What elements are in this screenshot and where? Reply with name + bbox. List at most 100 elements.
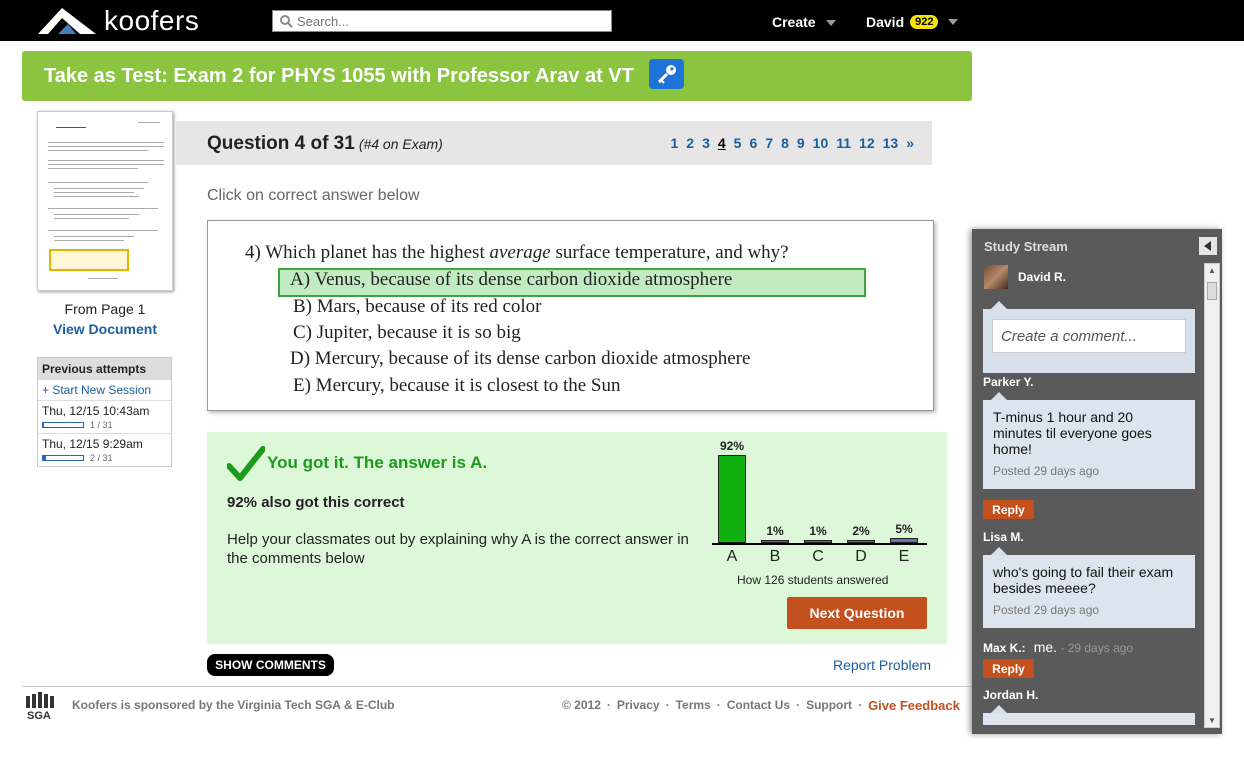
option-a[interactable]: A) Venus, because of its dense carbon di… (290, 269, 732, 291)
test-banner: Take as Test: Exam 2 for PHYS 1055 with … (22, 51, 972, 101)
next-question-button[interactable]: Next Question (787, 597, 927, 629)
sponsor-text: Koofers is sponsored by the Virginia Tec… (72, 698, 395, 712)
result-help-text: Help your classmates out by explaining w… (227, 531, 689, 567)
page-link[interactable]: 9 (797, 135, 805, 151)
chart-bar-e (890, 538, 918, 543)
post-text: who's going to fail their exam besides m… (993, 564, 1174, 596)
logo-text: koofers (104, 5, 200, 36)
attempt-progress-text: 1 / 31 (90, 420, 113, 430)
give-feedback-link[interactable]: Give Feedback (868, 698, 960, 713)
answer-distribution-chart: 92% A 1% B 1% C 2% D 5% E (712, 439, 927, 592)
create-label: Create (772, 14, 816, 30)
previous-attempts-panel: Previous attempts + Start New Session Th… (37, 357, 172, 467)
scroll-down-icon: ▼ (1208, 716, 1216, 725)
attempt-row[interactable]: Thu, 12/15 9:29am 2 / 31 (38, 434, 171, 466)
chart-category-label: D (855, 548, 867, 565)
study-stream-panel: Study Stream ▲ ▼ David R. Create a comme… (972, 229, 1222, 734)
result-title: You got it. The answer is A. (267, 453, 488, 472)
reply-button[interactable]: Reply (983, 659, 1034, 678)
post-author: Parker Y. (983, 375, 1034, 389)
view-document-link[interactable]: View Document (37, 321, 173, 337)
page-link[interactable]: 8 (781, 135, 789, 151)
post-text: T-minus 1 hour and 20 minutes til everyo… (993, 409, 1152, 457)
footer-link-terms[interactable]: Terms (676, 698, 711, 713)
search-box[interactable] (272, 10, 612, 32)
chart-data-label: 5% (895, 522, 913, 537)
arrow-left-icon (1204, 241, 1211, 251)
key-button[interactable] (649, 59, 684, 89)
page-link[interactable]: 6 (749, 135, 757, 151)
show-comments-button[interactable]: SHOW COMMENTS (207, 654, 334, 676)
user-menu[interactable]: David 922 (866, 14, 959, 30)
koofers-logo[interactable]: koofers (36, 5, 199, 37)
comment-time: - 29 days ago (1060, 641, 1134, 655)
attempt-date: Thu, 12/15 9:29am (42, 437, 143, 451)
comment-input[interactable]: Create a comment... (992, 319, 1186, 353)
post-card (983, 713, 1195, 725)
question-text: 4) Which planet has the highest average … (245, 242, 789, 263)
option-e[interactable]: E) Mercury, because it is closest to the… (293, 375, 621, 397)
attempt-row[interactable]: Thu, 12/15 10:43am 1 / 31 (38, 401, 171, 434)
page-link[interactable]: 7 (765, 135, 773, 151)
page-link[interactable]: 4 (718, 135, 726, 151)
question-box: 4) Which planet has the highest average … (207, 220, 934, 411)
from-page-label: From Page 1 (64, 301, 146, 317)
chart-bar-b (761, 540, 789, 543)
chart-caption: How 126 students answered (737, 573, 889, 587)
scroll-up-icon: ▲ (1208, 266, 1216, 275)
chart-data-label: 2% (852, 524, 870, 538)
post-time: Posted 29 days ago (993, 603, 1100, 617)
page-link[interactable]: 1 (670, 135, 678, 151)
report-problem-link[interactable]: Report Problem (833, 657, 931, 673)
page-link[interactable]: 2 (686, 135, 694, 151)
page-link[interactable]: 5 (734, 135, 742, 151)
post-author: Jordan H. (983, 688, 1039, 702)
previous-attempts-title: Previous attempts (38, 358, 171, 380)
stream-user-name: David R. (1018, 270, 1067, 284)
page-link[interactable]: » (906, 135, 914, 151)
attempt-progress-bar (42, 422, 84, 428)
page-link[interactable]: 12 (859, 135, 875, 151)
option-b[interactable]: B) Mars, because of its red color (293, 296, 542, 318)
checkmark-icon (227, 446, 265, 481)
post-card: T-minus 1 hour and 20 minutes til everyo… (983, 400, 1195, 489)
question-title: Question 4 of 31 (207, 133, 355, 154)
reply-button[interactable]: Reply (983, 500, 1034, 519)
result-panel: You got it. The answer is A. 92% also go… (207, 432, 947, 644)
chart-baseline (712, 543, 927, 545)
question-header: Question 4 of 31 (#4 on Exam) 1 2 3 4 5 6 7 8 9 10… (176, 121, 932, 165)
footer-link-contact[interactable]: Contact Us (727, 698, 790, 713)
create-menu[interactable]: Create (772, 14, 836, 30)
attempt-date: Thu, 12/15 10:43am (42, 404, 150, 418)
footer-link-privacy[interactable]: Privacy (617, 698, 660, 713)
study-stream-title: Study Stream (984, 239, 1068, 254)
svg-text:SGA: SGA (27, 710, 51, 720)
page-link[interactable]: 13 (883, 135, 899, 151)
document-thumbnail[interactable] (37, 111, 173, 291)
chart-category-label: E (898, 548, 910, 565)
question-pager: 1 2 3 4 5 6 7 8 9 10 11 12 13» (670, 135, 914, 151)
page-link[interactable]: 11 (836, 135, 851, 151)
scrollbar-thumb[interactable] (1207, 282, 1217, 300)
search-input[interactable] (297, 11, 597, 31)
chart-category-label: A (726, 548, 738, 565)
chart-data-label: 1% (766, 524, 784, 538)
collapse-stream-button[interactable] (1199, 237, 1217, 255)
chart-bar-c (804, 540, 832, 543)
footer-link-support[interactable]: Support (806, 698, 852, 713)
instruction-text: Click on correct answer below (207, 187, 420, 204)
avatar (984, 265, 1008, 289)
option-d[interactable]: D) Mercury, because of its dense carbon … (290, 348, 750, 370)
chart-bar-d (847, 540, 875, 543)
page-link[interactable]: 10 (813, 135, 829, 151)
stream-scrollbar[interactable]: ▲ ▼ (1204, 263, 1220, 728)
option-c[interactable]: C) Jupiter, because it is so big (293, 322, 521, 344)
sga-logo: SGA (24, 692, 60, 725)
comment-box: Create a comment... (983, 309, 1195, 373)
footer-divider (22, 686, 972, 687)
banner-title: Take as Test: Exam 2 for PHYS 1055 with … (44, 65, 634, 87)
start-new-session-link[interactable]: + Start New Session (38, 380, 171, 401)
page-link[interactable]: 3 (702, 135, 710, 151)
chevron-down-icon (825, 20, 836, 27)
chart-data-label: 92% (719, 439, 745, 453)
